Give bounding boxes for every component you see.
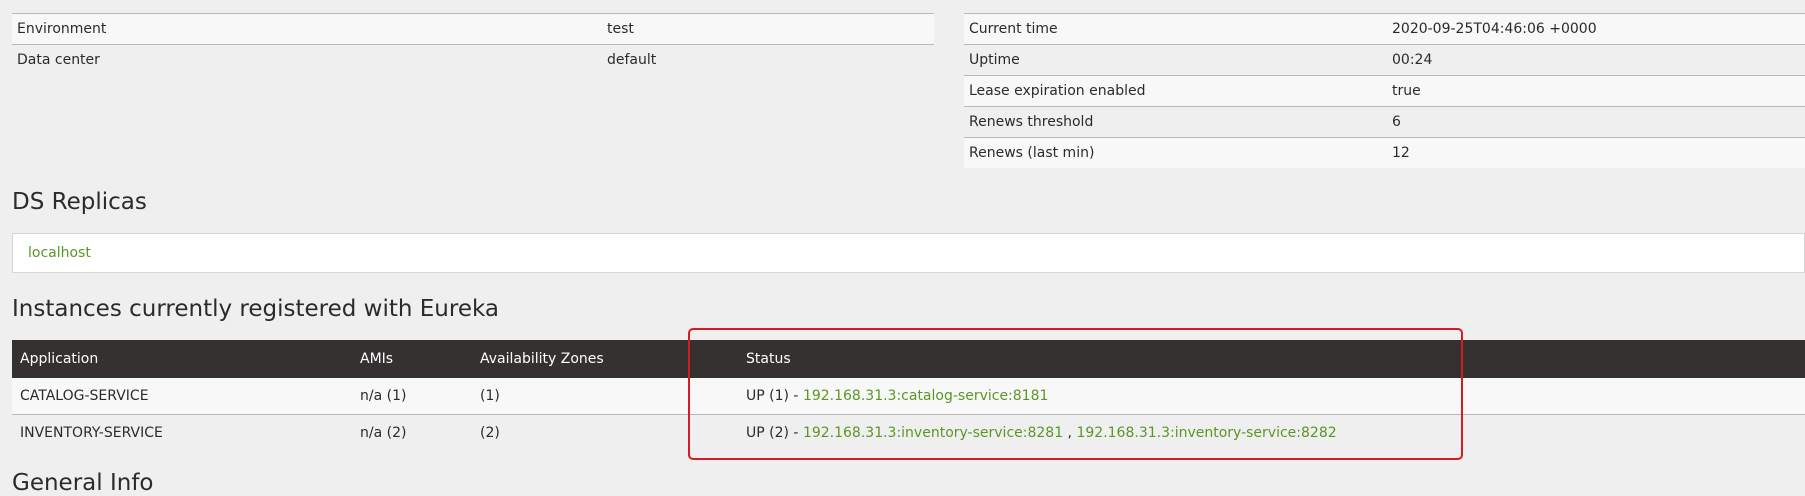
environment-value: test <box>602 13 934 45</box>
lease-expiration-label: Lease expiration enabled <box>964 75 1387 107</box>
current-time-value: 2020-09-25T04:46:06 +0000 <box>1387 13 1805 45</box>
ds-replicas-list: localhost <box>12 233 1805 273</box>
amis-value: n/a (2) <box>352 414 472 451</box>
status-cell: UP (2) - 192.168.31.3:inventory-service:… <box>738 414 1805 451</box>
application-name: CATALOG-SERVICE <box>12 378 352 415</box>
table-row: Renews threshold 6 <box>964 106 1805 138</box>
table-row: Data center default <box>12 44 934 75</box>
environment-table: Environment test Data center default <box>12 13 934 75</box>
uptime-label: Uptime <box>964 44 1387 76</box>
renews-threshold-label: Renews threshold <box>964 106 1387 138</box>
zones-value: (2) <box>472 414 738 451</box>
environment-label: Environment <box>12 13 602 45</box>
application-name: INVENTORY-SERVICE <box>12 414 352 451</box>
data-center-label: Data center <box>12 44 602 75</box>
replica-link-localhost[interactable]: localhost <box>28 245 91 261</box>
renews-last-min-value: 12 <box>1387 137 1805 168</box>
instances-table: Application AMIs Availability Zones Stat… <box>12 340 1805 451</box>
header-availability-zones: Availability Zones <box>472 340 738 378</box>
table-row: Uptime 00:24 <box>964 44 1805 76</box>
ds-replicas-title: DS Replicas <box>12 189 147 215</box>
renews-threshold-value: 6 <box>1387 106 1805 138</box>
amis-value: n/a (1) <box>352 378 472 415</box>
lease-expiration-value: true <box>1387 75 1805 107</box>
instance-link[interactable]: 192.168.31.3:inventory-service:8281 <box>803 425 1063 441</box>
status-cell: UP (1) - 192.168.31.3:catalog-service:81… <box>738 378 1805 415</box>
instance-link[interactable]: 192.168.31.3:inventory-service:8282 <box>1076 425 1336 441</box>
link-separator: , <box>1063 425 1077 441</box>
table-row: Current time 2020-09-25T04:46:06 +0000 <box>964 13 1805 45</box>
header-amis: AMIs <box>352 340 472 378</box>
header-application: Application <box>12 340 352 378</box>
general-info-title: General Info <box>12 470 154 496</box>
status-text: UP (2) - <box>746 425 803 441</box>
data-center-value: default <box>602 44 934 75</box>
uptime-value: 00:24 <box>1387 44 1805 76</box>
status-text: UP (1) - <box>746 388 803 404</box>
current-time-label: Current time <box>964 13 1387 45</box>
table-row: Lease expiration enabled true <box>964 75 1805 107</box>
instance-link[interactable]: 192.168.31.3:catalog-service:8181 <box>803 388 1048 404</box>
table-header-row: Application AMIs Availability Zones Stat… <box>12 340 1805 378</box>
header-status: Status <box>738 340 1805 378</box>
status-table: Current time 2020-09-25T04:46:06 +0000 U… <box>964 13 1805 168</box>
table-row: INVENTORY-SERVICE n/a (2) (2) UP (2) - 1… <box>12 414 1805 451</box>
zones-value: (1) <box>472 378 738 415</box>
instances-title: Instances currently registered with Eure… <box>12 296 499 322</box>
table-row: Renews (last min) 12 <box>964 137 1805 168</box>
renews-last-min-label: Renews (last min) <box>964 137 1387 168</box>
table-row: CATALOG-SERVICE n/a (1) (1) UP (1) - 192… <box>12 378 1805 415</box>
table-row: Environment test <box>12 13 934 45</box>
